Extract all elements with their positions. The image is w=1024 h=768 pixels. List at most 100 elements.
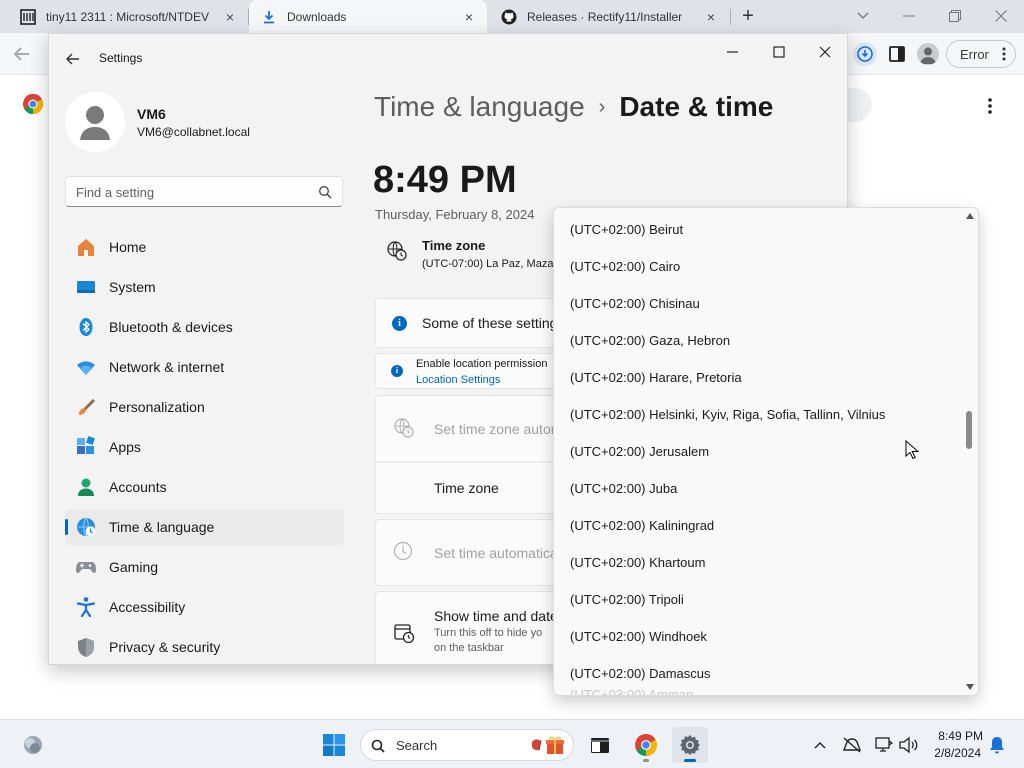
settings-window-title: Settings: [99, 51, 143, 65]
error-profile-button[interactable]: Error: [946, 40, 1016, 68]
active-indicator: [684, 759, 696, 762]
find-setting-input[interactable]: Find a setting: [65, 176, 343, 207]
info-icon: i: [392, 316, 407, 331]
set-time-zone-auto-row: Set time zone autom: [375, 395, 555, 461]
tz-option[interactable]: (UTC+02:00) Jerusalem: [570, 444, 709, 459]
tz-option[interactable]: (UTC+02:00) Cairo: [570, 259, 680, 274]
tz-option[interactable]: (UTC+02:00) Beirut: [570, 222, 683, 237]
close-tab-icon[interactable]: ×: [222, 9, 238, 25]
close-tab-icon[interactable]: ×: [461, 9, 477, 25]
browser-tab-tiny11[interactable]: tiny11 2311 : Microsoft/NTDEV ×: [8, 0, 248, 33]
close-tab-icon[interactable]: ×: [703, 9, 719, 25]
more-menu-icon[interactable]: [1002, 47, 1006, 61]
browser-minimize-icon[interactable]: [897, 4, 921, 28]
nav-item-personalization[interactable]: Personalization: [65, 389, 344, 425]
nav-item-system[interactable]: System: [65, 269, 344, 305]
nav-item-privacy[interactable]: Privacy & security: [65, 629, 344, 664]
location-settings-link[interactable]: Location Settings: [416, 374, 500, 386]
search-icon[interactable]: [318, 185, 332, 199]
taskbar-settings[interactable]: [672, 727, 708, 763]
location-permission-text: Enable location permission: [416, 358, 548, 370]
nav-item-accessibility[interactable]: Accessibility: [65, 589, 344, 625]
breadcrumb-parent[interactable]: Time & language: [374, 91, 585, 123]
tz-option-partial[interactable]: (UTC+03:00) Amman: [570, 687, 693, 695]
tab-label: tiny11 2311 : Microsoft/NTDEV: [46, 9, 209, 24]
taskbar-chrome[interactable]: [628, 727, 664, 763]
page-more-icon[interactable]: [984, 96, 996, 116]
nav-item-time-language[interactable]: Time & language: [65, 509, 344, 545]
downloads-button[interactable]: [853, 42, 877, 66]
tz-option[interactable]: (UTC+02:00) Khartoum: [570, 555, 705, 570]
mouse-pointer-icon: [905, 440, 919, 460]
browser-restore-icon[interactable]: [943, 4, 967, 28]
calendar-clock-icon: [394, 624, 415, 644]
tz-option[interactable]: (UTC+02:00) Gaza, Hebron: [570, 333, 730, 348]
time-zone-value: (UTC-07:00) La Paz, Maza: [422, 258, 554, 270]
archive-icon: [20, 8, 36, 25]
settings-minimize-icon[interactable]: [719, 42, 747, 62]
tab-search-icon[interactable]: [851, 4, 875, 28]
windows-start-icon[interactable]: [322, 733, 346, 757]
nav-item-home[interactable]: Home: [65, 229, 344, 265]
chrome-icon: [635, 734, 657, 756]
taskbar-clock-date[interactable]: 2/8/2024: [925, 746, 981, 760]
tz-option[interactable]: (UTC+02:00) Helsinki, Kyiv, Riga, Sofia,…: [570, 407, 885, 422]
notification-bell-icon[interactable]: [986, 734, 1008, 756]
no-network-icon[interactable]: [841, 734, 863, 756]
back-arrow-icon[interactable]: [11, 43, 33, 65]
profile-avatar-icon[interactable]: [917, 43, 939, 65]
widgets-icon[interactable]: [22, 734, 44, 756]
volume-icon[interactable]: [897, 734, 919, 756]
settings-back-icon[interactable]: [63, 49, 83, 69]
nav-item-accounts[interactable]: Accounts: [65, 469, 344, 505]
network-icon: [75, 356, 97, 378]
tz-option[interactable]: (UTC+02:00) Tripoli: [570, 592, 684, 607]
new-tab-button[interactable]: +: [736, 5, 760, 29]
settings-maximize-icon[interactable]: [765, 42, 793, 62]
show-time-date-desc: Turn this off to hide yo: [434, 627, 543, 639]
time-zone-label: Time zone: [434, 480, 499, 496]
download-icon: [261, 9, 277, 25]
tz-option[interactable]: (UTC+02:00) Windhoek: [570, 629, 707, 644]
display-icon[interactable]: [873, 734, 895, 756]
nav-item-apps[interactable]: Apps: [65, 429, 344, 465]
search-placeholder: Find a setting: [76, 185, 155, 200]
home-icon: [75, 236, 97, 258]
scrollbar-thumb[interactable]: [966, 411, 972, 449]
scroll-up-arrow-icon[interactable]: [965, 212, 975, 220]
taskbar-search-box[interactable]: Search: [360, 729, 574, 761]
browser-tab-releases[interactable]: Releases · Rectify11/Installer ×: [489, 0, 729, 33]
set-time-zone-auto-label: Set time zone autom: [434, 421, 555, 437]
show-hidden-icons-chevron-icon[interactable]: [809, 734, 831, 756]
browser-tab-downloads[interactable]: Downloads ×: [249, 0, 487, 33]
apps-icon: [75, 436, 97, 458]
breadcrumb-separator: ›: [598, 95, 606, 118]
settings-close-icon[interactable]: [811, 42, 839, 62]
nav-item-network[interactable]: Network & internet: [65, 349, 344, 385]
show-time-date-row: Show time and date Turn this off to hide…: [375, 591, 555, 664]
tz-option[interactable]: (UTC+02:00) Juba: [570, 481, 677, 496]
tz-option[interactable]: (UTC+02:00) Harare, Pretoria: [570, 370, 742, 385]
clock-icon: [393, 541, 413, 561]
scroll-down-arrow-icon[interactable]: [965, 683, 975, 691]
tab-label: Releases · Rectify11/Installer: [527, 9, 683, 24]
tz-option[interactable]: (UTC+02:00) Chisinau: [570, 296, 700, 311]
show-time-date-title: Show time and date: [434, 608, 555, 624]
taskbar-file-explorer[interactable]: [582, 727, 618, 763]
nav-item-bluetooth[interactable]: Bluetooth & devices: [65, 309, 344, 345]
chrome-logo-icon: [22, 93, 44, 118]
nav-item-gaming[interactable]: Gaming: [65, 549, 344, 585]
nav-label: Bluetooth & devices: [109, 319, 233, 335]
globe-clock-icon: [75, 516, 97, 538]
tz-option[interactable]: (UTC+02:00) Kaliningrad: [570, 518, 714, 533]
location-permission-card: i Enable location permission Location Se…: [375, 353, 555, 389]
info-notice-card: i Some of these setting: [375, 298, 555, 348]
user-avatar[interactable]: [65, 92, 125, 152]
side-panel-icon[interactable]: [887, 44, 907, 64]
browser-close-icon[interactable]: [989, 4, 1013, 28]
tz-option[interactable]: (UTC+02:00) Damascus: [570, 666, 711, 681]
set-time-auto-row: Set time automatica: [375, 519, 555, 586]
current-date: Thursday, February 8, 2024: [375, 207, 535, 222]
taskbar: Search 8:49 PM 2/8/2024: [0, 719, 1024, 768]
taskbar-clock-time[interactable]: 8:49 PM: [925, 729, 983, 743]
